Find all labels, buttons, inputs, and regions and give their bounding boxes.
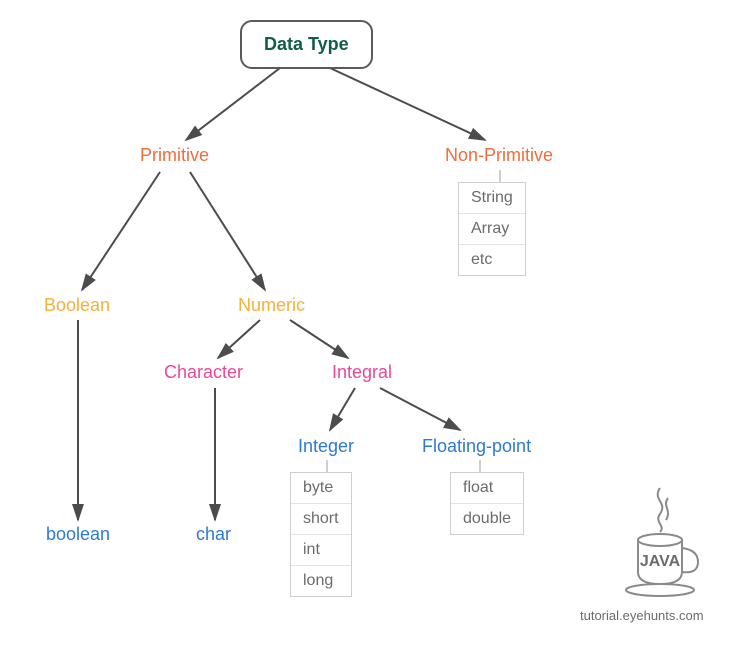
table-row: long xyxy=(291,566,351,596)
leaf-char: char xyxy=(196,524,231,545)
node-nonprimitive: Non-Primitive xyxy=(445,145,553,166)
java-logo-icon: JAVA xyxy=(610,480,710,605)
root-node: Data Type xyxy=(240,20,373,69)
node-primitive: Primitive xyxy=(140,145,209,166)
table-row: etc xyxy=(459,245,525,275)
table-row: Array xyxy=(459,214,525,245)
table-nonprimitive: String Array etc xyxy=(458,182,526,276)
leaf-boolean: boolean xyxy=(46,524,110,545)
node-boolean-category: Boolean xyxy=(44,295,110,316)
node-character: Character xyxy=(164,362,243,383)
node-integral: Integral xyxy=(332,362,392,383)
node-floating-point: Floating-point xyxy=(422,436,531,457)
table-row: int xyxy=(291,535,351,566)
node-integer: Integer xyxy=(298,436,354,457)
table-row: float xyxy=(451,473,523,504)
table-row: double xyxy=(451,504,523,534)
table-row: String xyxy=(459,183,525,214)
table-row: byte xyxy=(291,473,351,504)
table-row: short xyxy=(291,504,351,535)
root-label: Data Type xyxy=(264,34,349,54)
node-numeric: Numeric xyxy=(238,295,305,316)
table-integer: byte short int long xyxy=(290,472,352,597)
attribution-text: tutorial.eyehunts.com xyxy=(580,608,704,623)
logo-text: JAVA xyxy=(640,553,681,570)
table-floating: float double xyxy=(450,472,524,535)
